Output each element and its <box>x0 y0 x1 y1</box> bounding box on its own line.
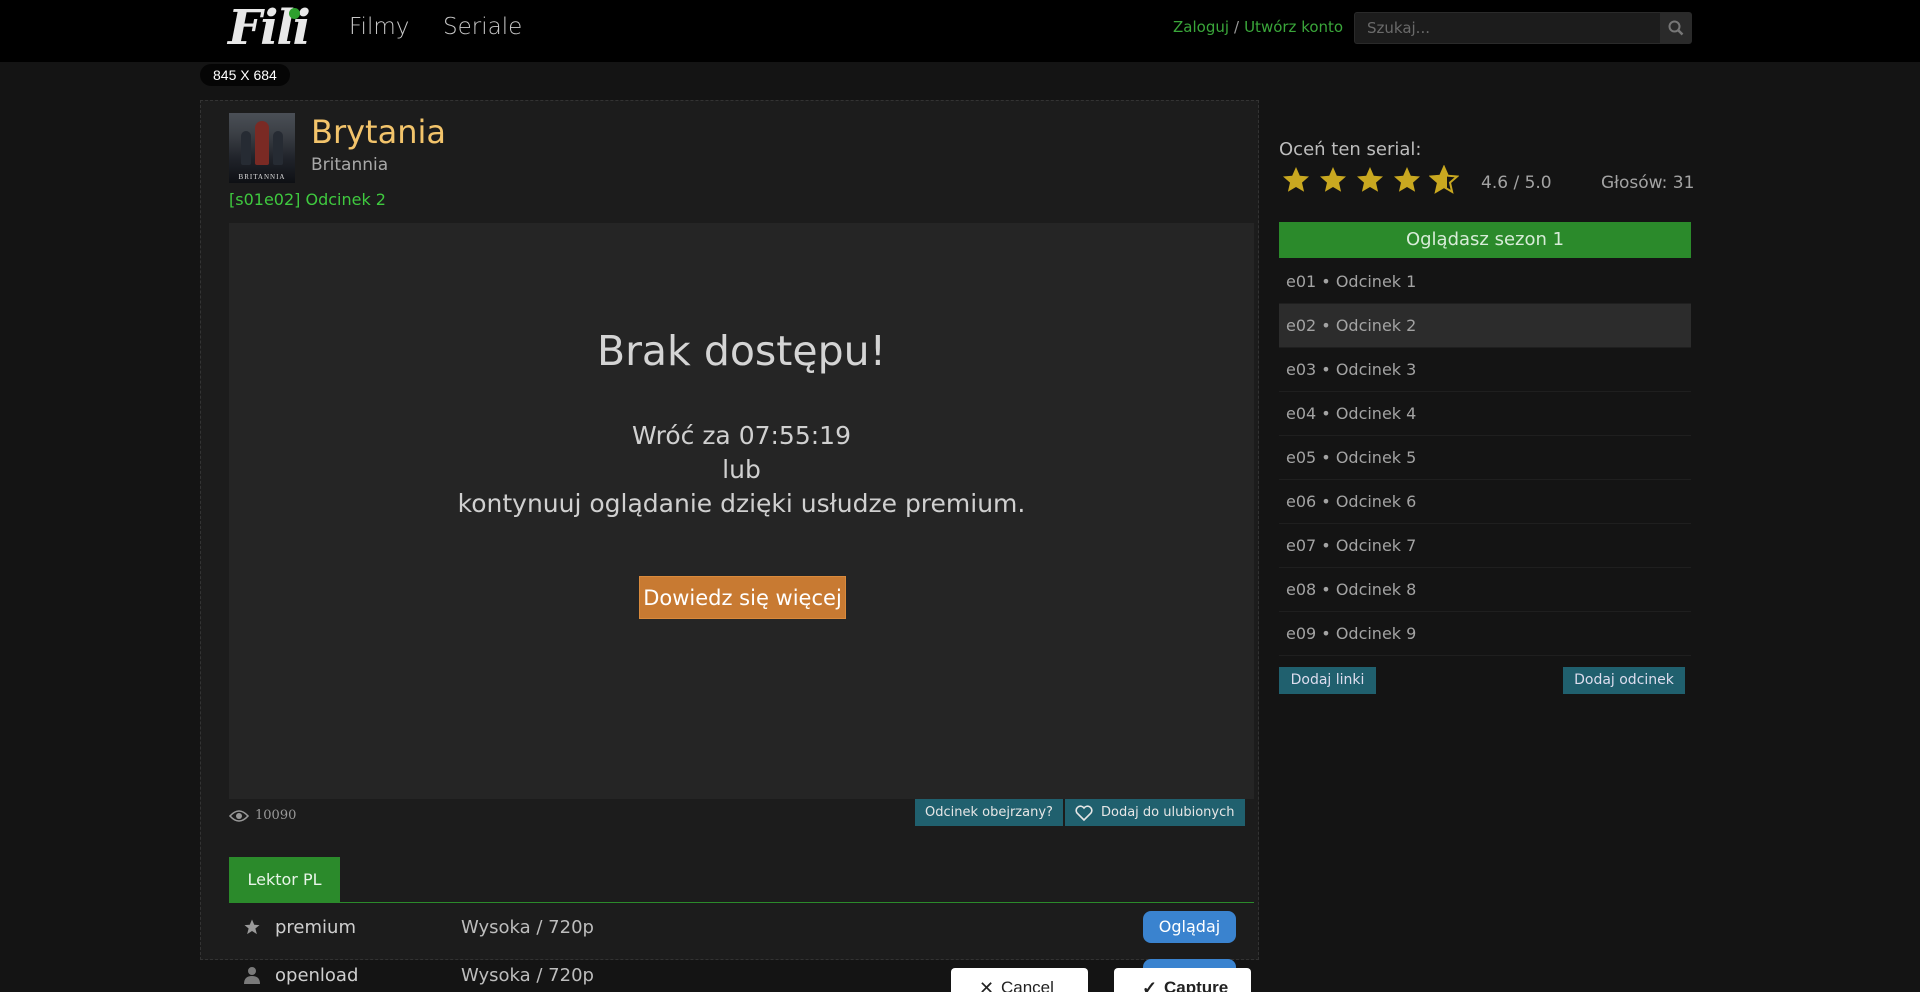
source-quality: Wysoka / 720p <box>461 964 594 986</box>
show-poster[interactable]: BRITANNIA <box>229 113 295 183</box>
rating-stars <box>1281 165 1459 195</box>
source-row: premium Wysoka / 720p Oglądaj <box>229 905 1254 949</box>
source-name: openload <box>275 964 359 986</box>
eye-icon <box>229 809 249 822</box>
rating-value: 4.6 / 5.0 <box>1481 173 1552 193</box>
rate-label: Oceń ten serial: <box>1279 139 1422 160</box>
watch-button[interactable]: Oglądaj <box>1143 911 1236 943</box>
source-row: openload Wysoka / 720p <box>229 953 1254 992</box>
search-input[interactable] <box>1355 13 1660 43</box>
premium-text: kontynuuj oglądanie dzięki usłudze premi… <box>457 489 1026 518</box>
add-episode-button[interactable]: Dodaj odcinek <box>1563 667 1685 694</box>
capture-button[interactable]: ✓ Capture <box>1114 968 1251 992</box>
episode-item[interactable]: e01 • Odcinek 1 <box>1279 260 1691 304</box>
close-icon: ✕ <box>979 978 995 992</box>
search-icon <box>1668 20 1683 36</box>
show-original-title: Britannia <box>311 155 389 175</box>
size-badge: 845 X 684 <box>200 64 290 86</box>
source-quality: Wysoka / 720p <box>461 916 594 938</box>
cancel-button[interactable]: ✕ Cancel <box>951 968 1088 992</box>
user-icon <box>244 967 260 984</box>
cancel-label: Cancel <box>1001 978 1054 992</box>
mark-watched-button[interactable]: Odcinek obejrzany? <box>915 799 1063 826</box>
main-panel: BRITANNIA Brytania Britannia [s01e02] Od… <box>200 100 1259 991</box>
add-favorite-button[interactable]: Dodaj do ulubionych <box>1065 799 1245 826</box>
access-denied-heading: Brak dostępu! <box>596 327 887 375</box>
learn-more-button[interactable]: Dowiedz się więcej <box>639 576 846 619</box>
star-icon[interactable] <box>1429 165 1459 195</box>
logo-dot <box>289 8 300 19</box>
tab-lektor-pl[interactable]: Lektor PL <box>229 857 340 902</box>
or-text: lub <box>722 455 761 484</box>
heart-icon <box>1075 804 1093 821</box>
episode-item-active[interactable]: e02 • Odcinek 2 <box>1279 304 1691 348</box>
add-links-button[interactable]: Dodaj linki <box>1279 667 1376 694</box>
episode-item[interactable]: e05 • Odcinek 5 <box>1279 436 1691 480</box>
source-name: premium <box>275 916 356 938</box>
capture-label: Capture <box>1164 978 1229 992</box>
access-denied-message: Wróć za 07:55:19 lub kontynuuj oglądanie… <box>229 419 1254 521</box>
nav-films[interactable]: Filmy <box>349 14 409 40</box>
episode-item[interactable]: e06 • Odcinek 6 <box>1279 480 1691 524</box>
auth-links: Zaloguj / Utwórz konto <box>1173 18 1343 36</box>
episode-item[interactable]: e09 • Odcinek 9 <box>1279 612 1691 656</box>
check-icon: ✓ <box>1142 978 1158 992</box>
view-count: 10090 <box>229 808 296 823</box>
season-header: Oglądasz sezon 1 <box>1279 222 1691 258</box>
poster-text: BRITANNIA <box>238 173 286 181</box>
search-box <box>1354 12 1692 44</box>
current-episode-link[interactable]: [s01e02] Odcinek 2 <box>229 190 386 209</box>
view-count-value: 10090 <box>255 808 297 823</box>
search-button[interactable] <box>1660 13 1691 43</box>
add-favorite-label: Dodaj do ulubionych <box>1101 805 1235 820</box>
countdown-text: Wróć za 07:55:19 <box>632 421 851 450</box>
star-icon[interactable] <box>1281 165 1311 195</box>
register-link[interactable]: Utwórz konto <box>1244 18 1343 36</box>
star-icon[interactable] <box>1355 165 1385 195</box>
vote-count: Głosów: 31 <box>1601 173 1695 193</box>
tab-underline <box>229 902 1254 903</box>
episode-item[interactable]: e04 • Odcinek 4 <box>1279 392 1691 436</box>
star-icon[interactable] <box>1318 165 1348 195</box>
episode-item[interactable]: e07 • Odcinek 7 <box>1279 524 1691 568</box>
episode-item[interactable]: e08 • Odcinek 8 <box>1279 568 1691 612</box>
login-link[interactable]: Zaloguj <box>1173 18 1229 36</box>
video-player: Brak dostępu! Wróć za 07:55:19 lub konty… <box>229 223 1254 799</box>
star-icon[interactable] <box>1392 165 1422 195</box>
show-title: Brytania <box>311 113 446 151</box>
episode-list: e01 • Odcinek 1 e02 • Odcinek 2 e03 • Od… <box>1279 260 1691 656</box>
auth-separator: / <box>1234 18 1240 36</box>
top-navbar: Fili Filmy Seriale Zaloguj / Utwórz konto <box>0 0 1920 62</box>
mark-watched-label: Odcinek obejrzany? <box>925 805 1053 820</box>
episode-item[interactable]: e03 • Odcinek 3 <box>1279 348 1691 392</box>
star-icon <box>244 919 260 935</box>
nav-series[interactable]: Seriale <box>443 14 522 40</box>
